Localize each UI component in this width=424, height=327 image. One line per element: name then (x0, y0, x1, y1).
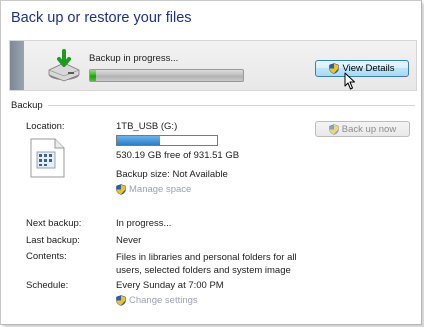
backup-drive-icon (48, 49, 80, 82)
page-title: Back up or restore your files (11, 10, 192, 26)
schedule-label: Schedule: (26, 280, 69, 291)
backup-progress-bar (89, 69, 244, 82)
change-settings-label: Change settings (129, 295, 198, 306)
uac-shield-icon (329, 63, 340, 74)
backup-section-header: Backup (11, 100, 43, 111)
schedule-value: Every Sunday at 7:00 PM (116, 280, 224, 291)
free-space-text: 530.19 GB free of 931.51 GB (116, 150, 240, 161)
location-label: Location: (26, 121, 65, 132)
mouse-cursor-icon (344, 72, 355, 90)
drive-usage-bar (116, 135, 218, 146)
manage-space-link[interactable]: Manage space (116, 184, 191, 195)
next-backup-value: In progress... (116, 218, 172, 229)
contents-label: Contents: (26, 251, 67, 262)
manage-space-label: Manage space (129, 184, 192, 195)
document-drive-icon (30, 138, 65, 178)
backup-restore-window: Back up or restore your files Backup in … (0, 0, 422, 325)
last-backup-value: Never (116, 235, 142, 246)
drive-name: 1TB_USB (G:) (116, 121, 178, 132)
section-divider (48, 105, 415, 106)
progress-label: Backup in progress... (89, 53, 179, 64)
backup-size-text: Backup size: Not Available (116, 169, 228, 180)
uac-shield-icon (116, 295, 126, 306)
backup-progress-fill (90, 70, 97, 81)
back-up-now-label: Back up now (341, 123, 397, 135)
change-settings-link[interactable]: Change settings (116, 295, 198, 306)
next-backup-label: Next backup: (26, 218, 82, 229)
uac-shield-icon (116, 184, 126, 195)
panel-stripe (10, 41, 24, 90)
last-backup-label: Last backup: (26, 235, 80, 246)
view-details-button[interactable]: View Details (315, 60, 409, 77)
contents-value: Files in libraries and personal folders … (116, 252, 297, 276)
uac-shield-icon (329, 123, 339, 135)
drive-usage-fill (117, 136, 160, 145)
back-up-now-button[interactable]: Back up now (315, 121, 410, 137)
